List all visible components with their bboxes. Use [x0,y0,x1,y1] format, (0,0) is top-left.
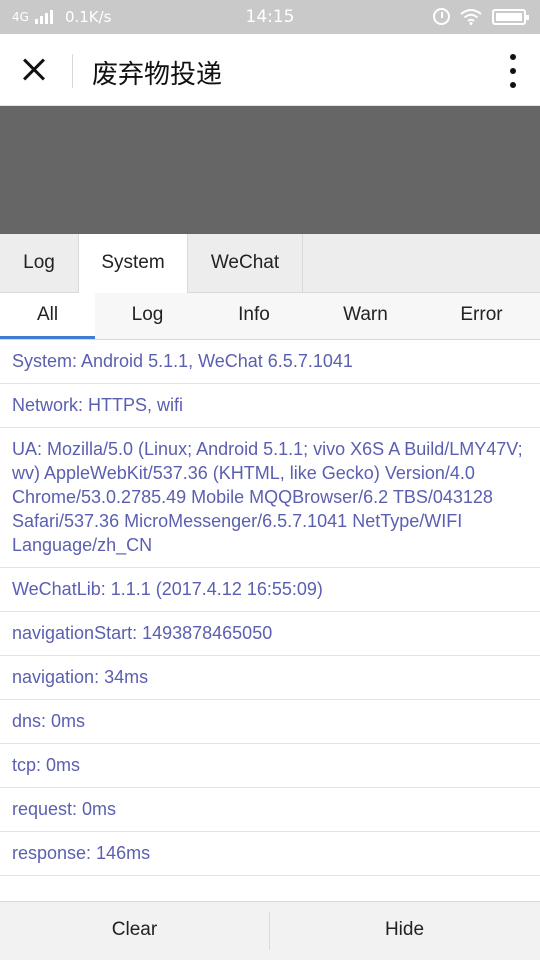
clear-button[interactable]: Clear [0,902,269,960]
subtab-info[interactable]: Info [200,293,308,339]
log-line-navigation-start: navigationStart: 1493878465050 [0,612,540,656]
tab-wechat[interactable]: WeChat [188,234,303,293]
status-right [433,8,529,25]
tab-system[interactable]: System [79,234,188,293]
tab-log[interactable]: Log [0,234,79,293]
more-options-icon[interactable] [508,54,518,88]
subtab-all[interactable]: All [0,293,95,339]
log-line-wechatlib: WeChatLib: 1.1.1 (2017.4.12 16:55:09) [0,568,540,612]
log-line-navigation: navigation: 34ms [0,656,540,700]
log-line-response: response: 146ms [0,832,540,876]
battery-icon [492,8,529,25]
status-bar: 4G 0.1K/s 14:15 [0,0,540,34]
log-line-tcp: tcp: 0ms [0,744,540,788]
subtab-log[interactable]: Log [95,293,200,339]
dimmed-overlay[interactable] [0,106,540,234]
close-icon[interactable] [16,52,56,88]
wifi-icon [460,8,482,25]
log-line-dns: dns: 0ms [0,700,540,744]
log-line-system: System: Android 5.1.1, WeChat 6.5.7.1041 [0,340,540,384]
page-title: 废弃物投递 [92,60,223,90]
hide-button[interactable]: Hide [270,902,539,960]
header: 废弃物投递 [0,34,540,106]
subtab-warn[interactable]: Warn [308,293,423,339]
log-line-ua: UA: Mozilla/5.0 (Linux; Android 5.1.1; v… [0,428,540,568]
sub-tabs: All Log Info Warn Error [0,293,540,340]
subtab-error[interactable]: Error [423,293,540,339]
alarm-icon [433,8,450,25]
main-tabs: Log System WeChat [0,234,540,293]
log-list[interactable]: System: Android 5.1.1, WeChat 6.5.7.1041… [0,340,540,901]
footer-toolbar: Clear Hide [0,901,540,960]
log-line-network: Network: HTTPS, wifi [0,384,540,428]
header-divider [72,54,73,88]
log-line-request: request: 0ms [0,788,540,832]
